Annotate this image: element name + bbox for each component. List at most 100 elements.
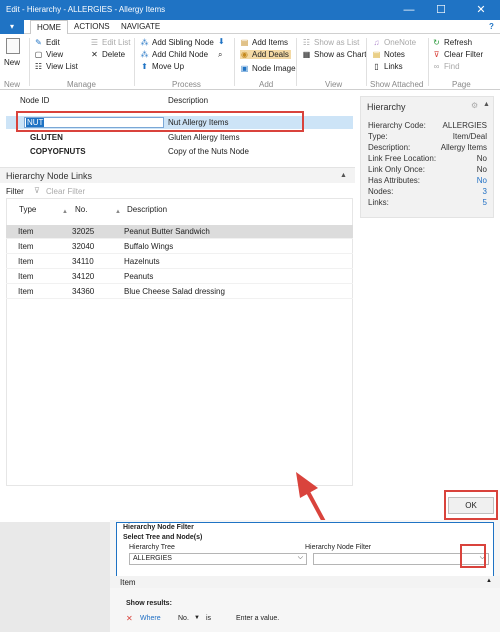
delete-button[interactable]: ✕ Delete (90, 50, 125, 59)
factbox-value[interactable]: No (477, 176, 487, 185)
title-bar: Edit - Hierarchy - ALLERGIES - Allergy I… (0, 0, 500, 20)
links-button[interactable]: ▯ Links (372, 62, 402, 71)
filter-value-input[interactable]: Enter a value. (236, 615, 279, 622)
clear-filter-link[interactable]: Clear Filter (46, 187, 85, 196)
cell-description: Blue Cheese Salad dressing (124, 287, 225, 296)
factbox-label: Link Free Location: (368, 154, 437, 163)
col-description: Description (168, 96, 209, 105)
tree-label: Hierarchy Tree (129, 544, 175, 551)
tab-actions[interactable]: ACTIONS (74, 22, 110, 31)
factbox-title: Hierarchy (367, 102, 406, 112)
clear-filter-button[interactable]: ⊽ Clear Filter (432, 50, 484, 59)
wrench-icon[interactable]: ⚙ (471, 101, 478, 110)
show-as-list-button[interactable]: ☷ Show as List (302, 38, 359, 47)
minimize-button[interactable]: — (398, 2, 420, 18)
hierarchy-tree-select[interactable]: ALLERGIES ⌵ (129, 553, 307, 565)
ok-button[interactable]: OK (448, 497, 494, 514)
binoculars-icon: ∞ (433, 62, 440, 71)
add-sibling-node-button[interactable]: ⁂ Add Sibling Node (140, 38, 214, 47)
move-up-button[interactable]: ⬆ Move Up (140, 62, 184, 71)
ribbon: New ✎ Edit ▢ View ☷ View List ☰ Edit List ✕ D… (0, 34, 500, 90)
links-icon: ▯ (374, 62, 379, 71)
sort-icon: ▲ (62, 209, 68, 215)
file-menu-button[interactable]: ▾ (0, 20, 24, 34)
find-button[interactable]: ∞ Find (432, 62, 460, 71)
add-items-button[interactable]: ▤ Add Items (240, 38, 288, 47)
add-child-node-button[interactable]: ⁂ Add Child Node (140, 50, 209, 59)
col-no[interactable]: No. (75, 205, 87, 214)
node-id: GLUTEN (30, 133, 63, 142)
sort-icon: ▲ (115, 209, 121, 215)
collapse-icon[interactable]: ▲ (486, 578, 492, 584)
highlight-box (460, 544, 486, 568)
help-icon[interactable]: ? (489, 22, 494, 31)
node-row[interactable]: COPYOFNUTS Copy of the Nuts Node (6, 145, 353, 158)
arrow-up-icon: ⬆ (141, 62, 148, 71)
table-row[interactable]: Item 32040 Buffalo Wings (6, 240, 353, 254)
factbox-value[interactable]: 5 (483, 198, 487, 207)
table-row[interactable]: Item 34120 Peanuts (6, 270, 353, 284)
background-page: Hierarchy Node Filter Select Tree and No… (110, 520, 500, 632)
group-show-attached: Show Attached (370, 80, 424, 89)
cell-no: 34120 (72, 272, 95, 281)
factbox-label: Has Attributes: (368, 176, 421, 185)
table-row[interactable]: Item 34110 Hazelnuts (6, 255, 353, 269)
filter-panel: Hierarchy Node Filter Select Tree and No… (116, 522, 494, 582)
cell-type: Item (18, 257, 34, 266)
tab-home[interactable]: HOME (30, 20, 68, 35)
links-title: Hierarchy Node Links (6, 171, 93, 181)
table-row[interactable]: Item 34360 Blue Cheese Salad dressing (6, 285, 353, 299)
remove-filter-icon[interactable]: ✕ (126, 614, 133, 623)
child-node-icon: ⁂ (140, 50, 149, 59)
col-type[interactable]: Type (19, 205, 36, 214)
refresh-button[interactable]: ↻ Refresh (432, 38, 472, 47)
table-row[interactable]: Item 32025 Peanut Butter Sandwich (6, 225, 353, 239)
cell-description: Hazelnuts (124, 257, 160, 266)
cell-type: Item (18, 272, 34, 281)
factbox-value: Allergy Items (440, 143, 487, 152)
col-description[interactable]: Description (127, 205, 167, 214)
move-down-icon[interactable]: ⬇ (218, 37, 225, 46)
factbox-value: No (476, 165, 487, 174)
notes-button[interactable]: ▤ Notes (372, 50, 405, 59)
node-row[interactable]: GLUTEN Gluten Allergy Items (6, 131, 353, 144)
group-page: Page (452, 80, 471, 89)
new-button[interactable]: New (4, 58, 20, 67)
edit-list-icon: ☰ (90, 38, 99, 47)
caret-down-icon: ▼ (194, 615, 200, 621)
links-section-header: Hierarchy Node Links ▲ (0, 167, 355, 183)
factbox-label: Nodes: (368, 187, 394, 196)
factbox-value: ALLERGIES (442, 121, 487, 130)
show-as-chart-button[interactable]: ▦ Show as Chart (302, 50, 367, 59)
view-button[interactable]: ▢ View (34, 50, 63, 59)
search-node-icon[interactable]: ⌕ (218, 50, 222, 60)
node-image-button[interactable]: ▣ Node Image (240, 64, 296, 73)
factbox-label: Description: (368, 143, 411, 152)
node-id: COPYOFNUTS (30, 147, 86, 156)
close-button[interactable]: ✕ (470, 2, 492, 18)
onenote-button[interactable]: ♫ OneNote (372, 38, 417, 47)
deals-icon: ◉ (241, 50, 248, 59)
view-list-button[interactable]: ☷ View List (34, 62, 78, 71)
collapse-icon[interactable]: ▲ (340, 172, 347, 179)
edit-list-button[interactable]: ☰ Edit List (90, 38, 131, 47)
edit-button[interactable]: ✎ Edit (34, 38, 60, 47)
filter-field-select[interactable]: No. (178, 615, 189, 622)
item-section-header: Item ▲ (110, 576, 500, 588)
group-process: Process (172, 80, 201, 89)
node-description: Copy of the Nuts Node (168, 147, 249, 156)
cell-description: Buffalo Wings (124, 242, 174, 251)
select-tree-title: Select Tree and Node(s) (123, 534, 203, 541)
add-deals-button[interactable]: ◉ Add Deals (240, 50, 291, 59)
cell-type: Item (18, 227, 34, 236)
where-label: Where (140, 615, 161, 622)
group-new: New (4, 80, 21, 89)
factbox-value[interactable]: 3 (483, 187, 487, 196)
cell-no: 32025 (72, 227, 95, 236)
hierarchy-factbox: Hierarchy ⚙ ▲ Hierarchy Code: ALLERGIES … (360, 96, 494, 218)
collapse-icon[interactable]: ▲ (483, 101, 490, 108)
refresh-icon: ↻ (433, 38, 440, 47)
maximize-button[interactable]: ☐ (430, 2, 452, 18)
chevron-down-icon: ⌵ (297, 554, 303, 561)
tab-navigate[interactable]: NAVIGATE (121, 22, 160, 31)
